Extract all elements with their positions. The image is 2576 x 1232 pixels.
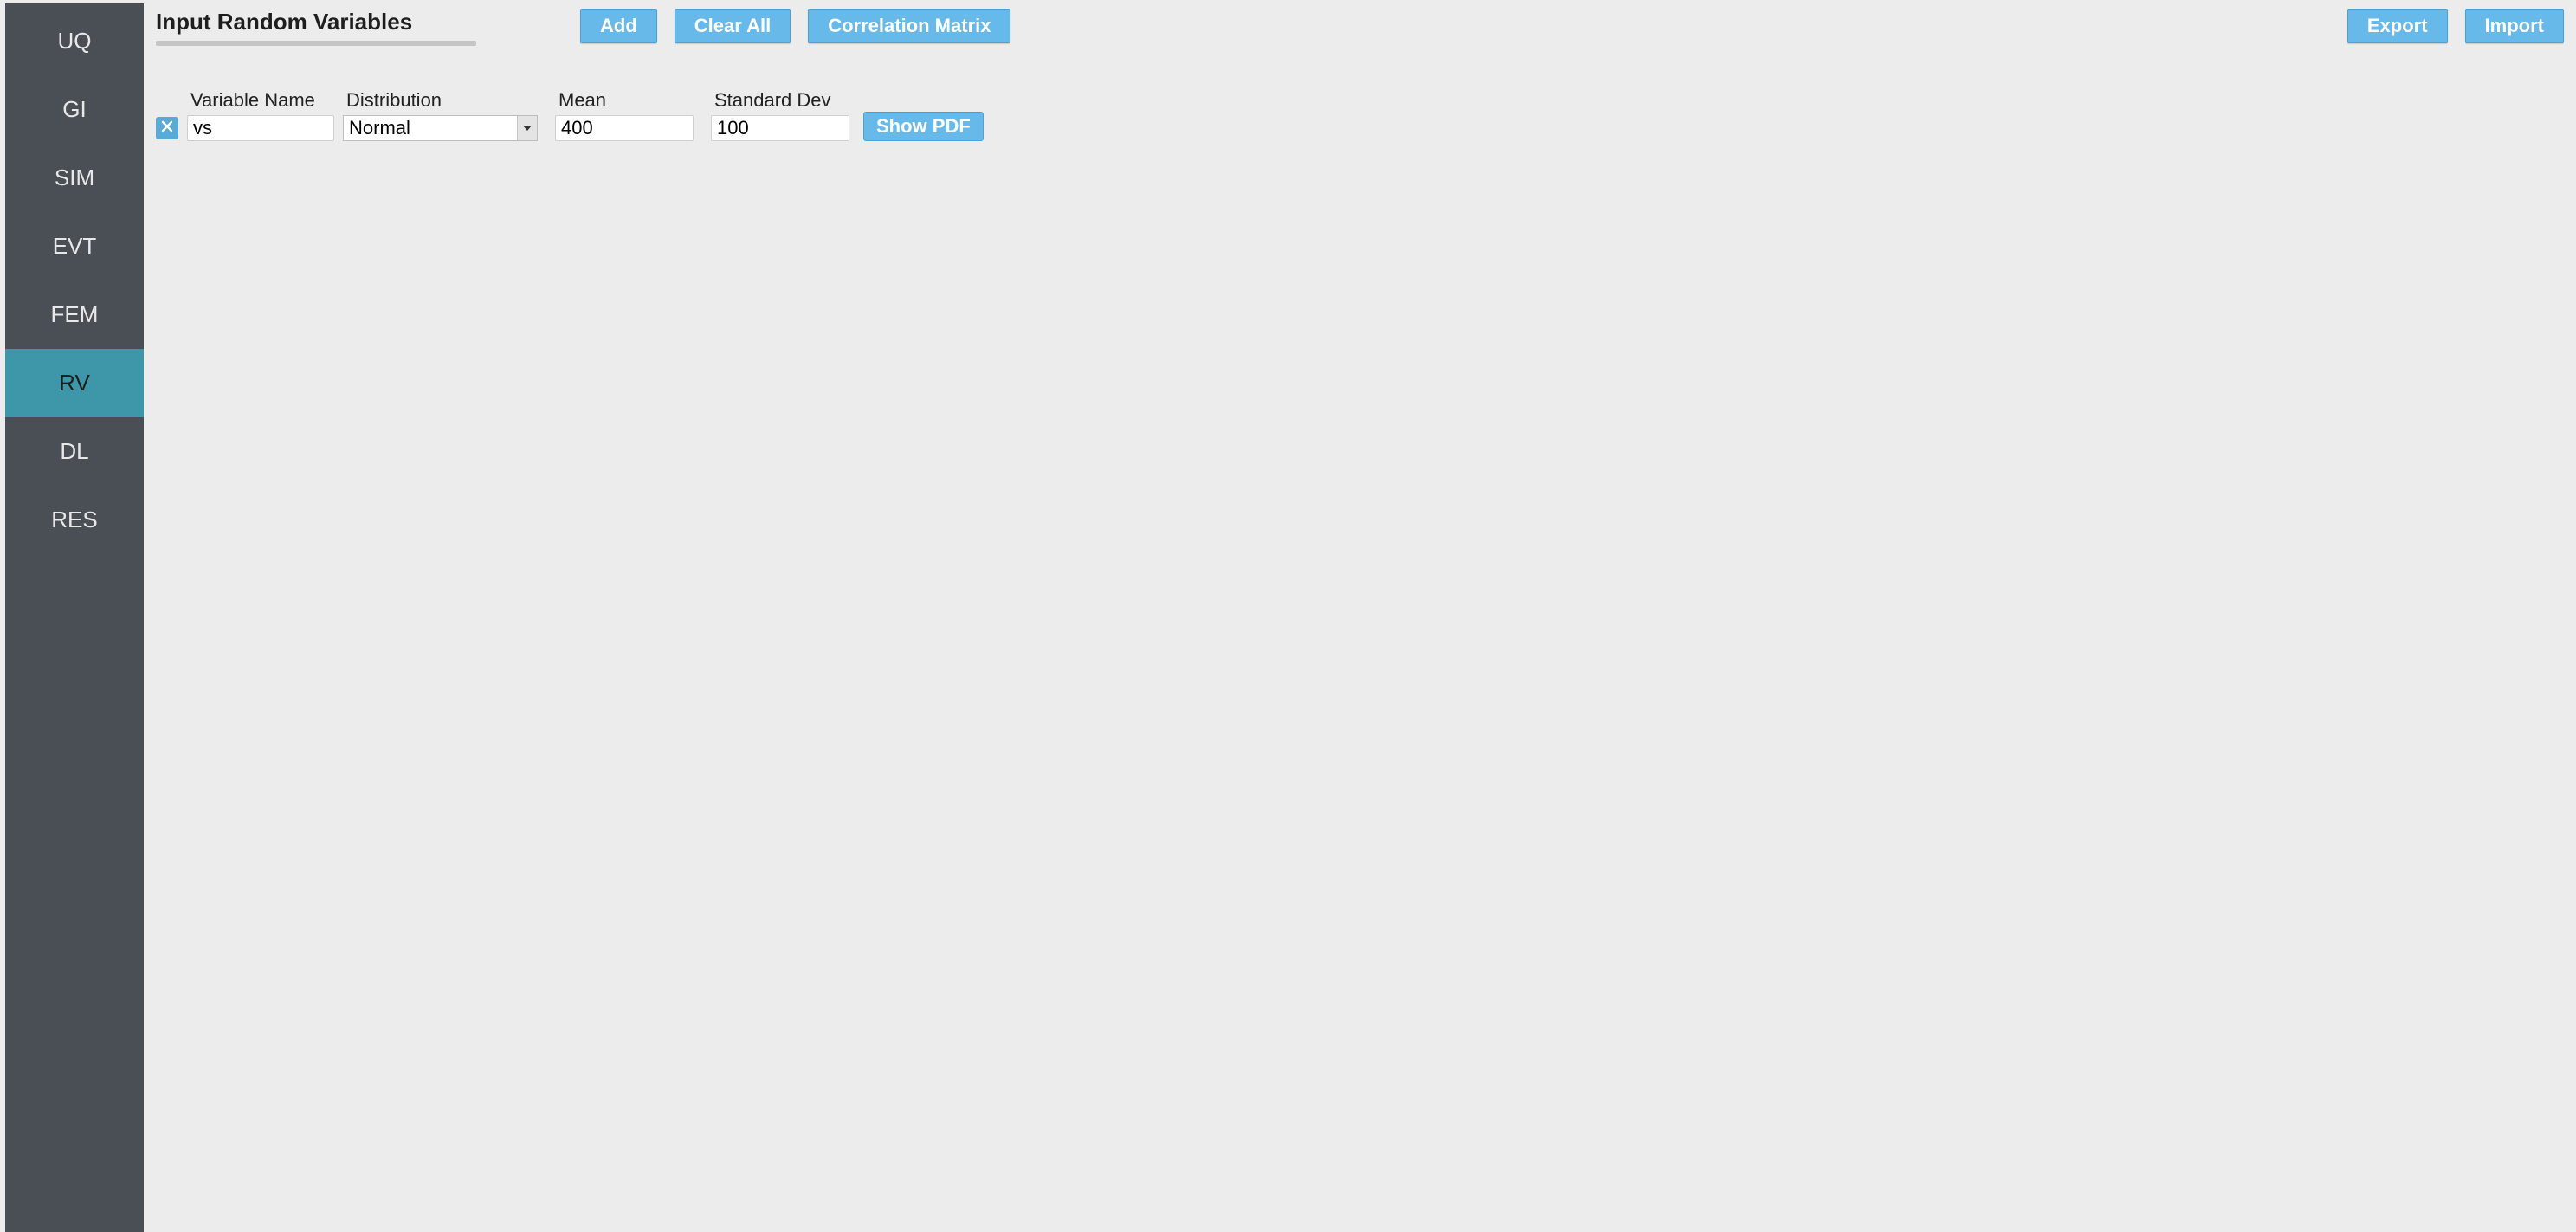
sidebar-item-evt[interactable]: EVT [5,212,144,281]
variables-area: Variable Name Distribution Mean Standard… [156,89,2564,141]
header-row: Input Random Variables Add Clear All Cor… [156,9,2564,46]
variable-name-label: Variable Name [187,89,334,112]
mean-input[interactable] [555,115,694,141]
sidebar-item-res[interactable]: RES [5,486,144,554]
sidebar-item-gi[interactable]: GI [5,75,144,144]
mean-label: Mean [555,89,694,112]
remove-variable-button[interactable] [156,117,178,139]
variable-name-group: Variable Name [187,89,334,141]
distribution-select[interactable] [343,115,538,141]
page-title: Input Random Variables [156,9,476,35]
sidebar-item-uq[interactable]: UQ [5,7,144,75]
show-pdf-button[interactable]: Show PDF [863,112,984,141]
sidebar-item-rv[interactable]: RV [5,349,144,417]
standard-dev-label: Standard Dev [711,89,849,112]
main-panel: Input Random Variables Add Clear All Cor… [144,0,2576,1232]
correlation-matrix-button[interactable]: Correlation Matrix [808,9,1010,43]
title-block: Input Random Variables [156,9,476,46]
distribution-label: Distribution [343,89,538,112]
title-underline [156,41,476,46]
sidebar-item-sim[interactable]: SIM [5,144,144,212]
distribution-group: Distribution [343,89,538,141]
add-button[interactable]: Add [580,9,657,43]
toolbar: Add Clear All Correlation Matrix [580,9,1010,43]
distribution-select-wrapper [343,115,538,141]
std-group: Standard Dev [711,89,849,141]
sidebar-item-fem[interactable]: FEM [5,281,144,349]
clear-all-button[interactable]: Clear All [675,9,791,43]
variable-name-input[interactable] [187,115,334,141]
toolbar-right: Export Import [2347,9,2564,43]
variable-row: Variable Name Distribution Mean Standard… [156,89,2564,141]
mean-group: Mean [555,89,694,141]
sidebar-item-dl[interactable]: DL [5,417,144,486]
export-button[interactable]: Export [2347,9,2448,43]
import-button[interactable]: Import [2465,9,2564,43]
standard-dev-input[interactable] [711,115,849,141]
sidebar: UQ GI SIM EVT FEM RV DL RES [5,3,144,1232]
close-icon [161,120,173,137]
